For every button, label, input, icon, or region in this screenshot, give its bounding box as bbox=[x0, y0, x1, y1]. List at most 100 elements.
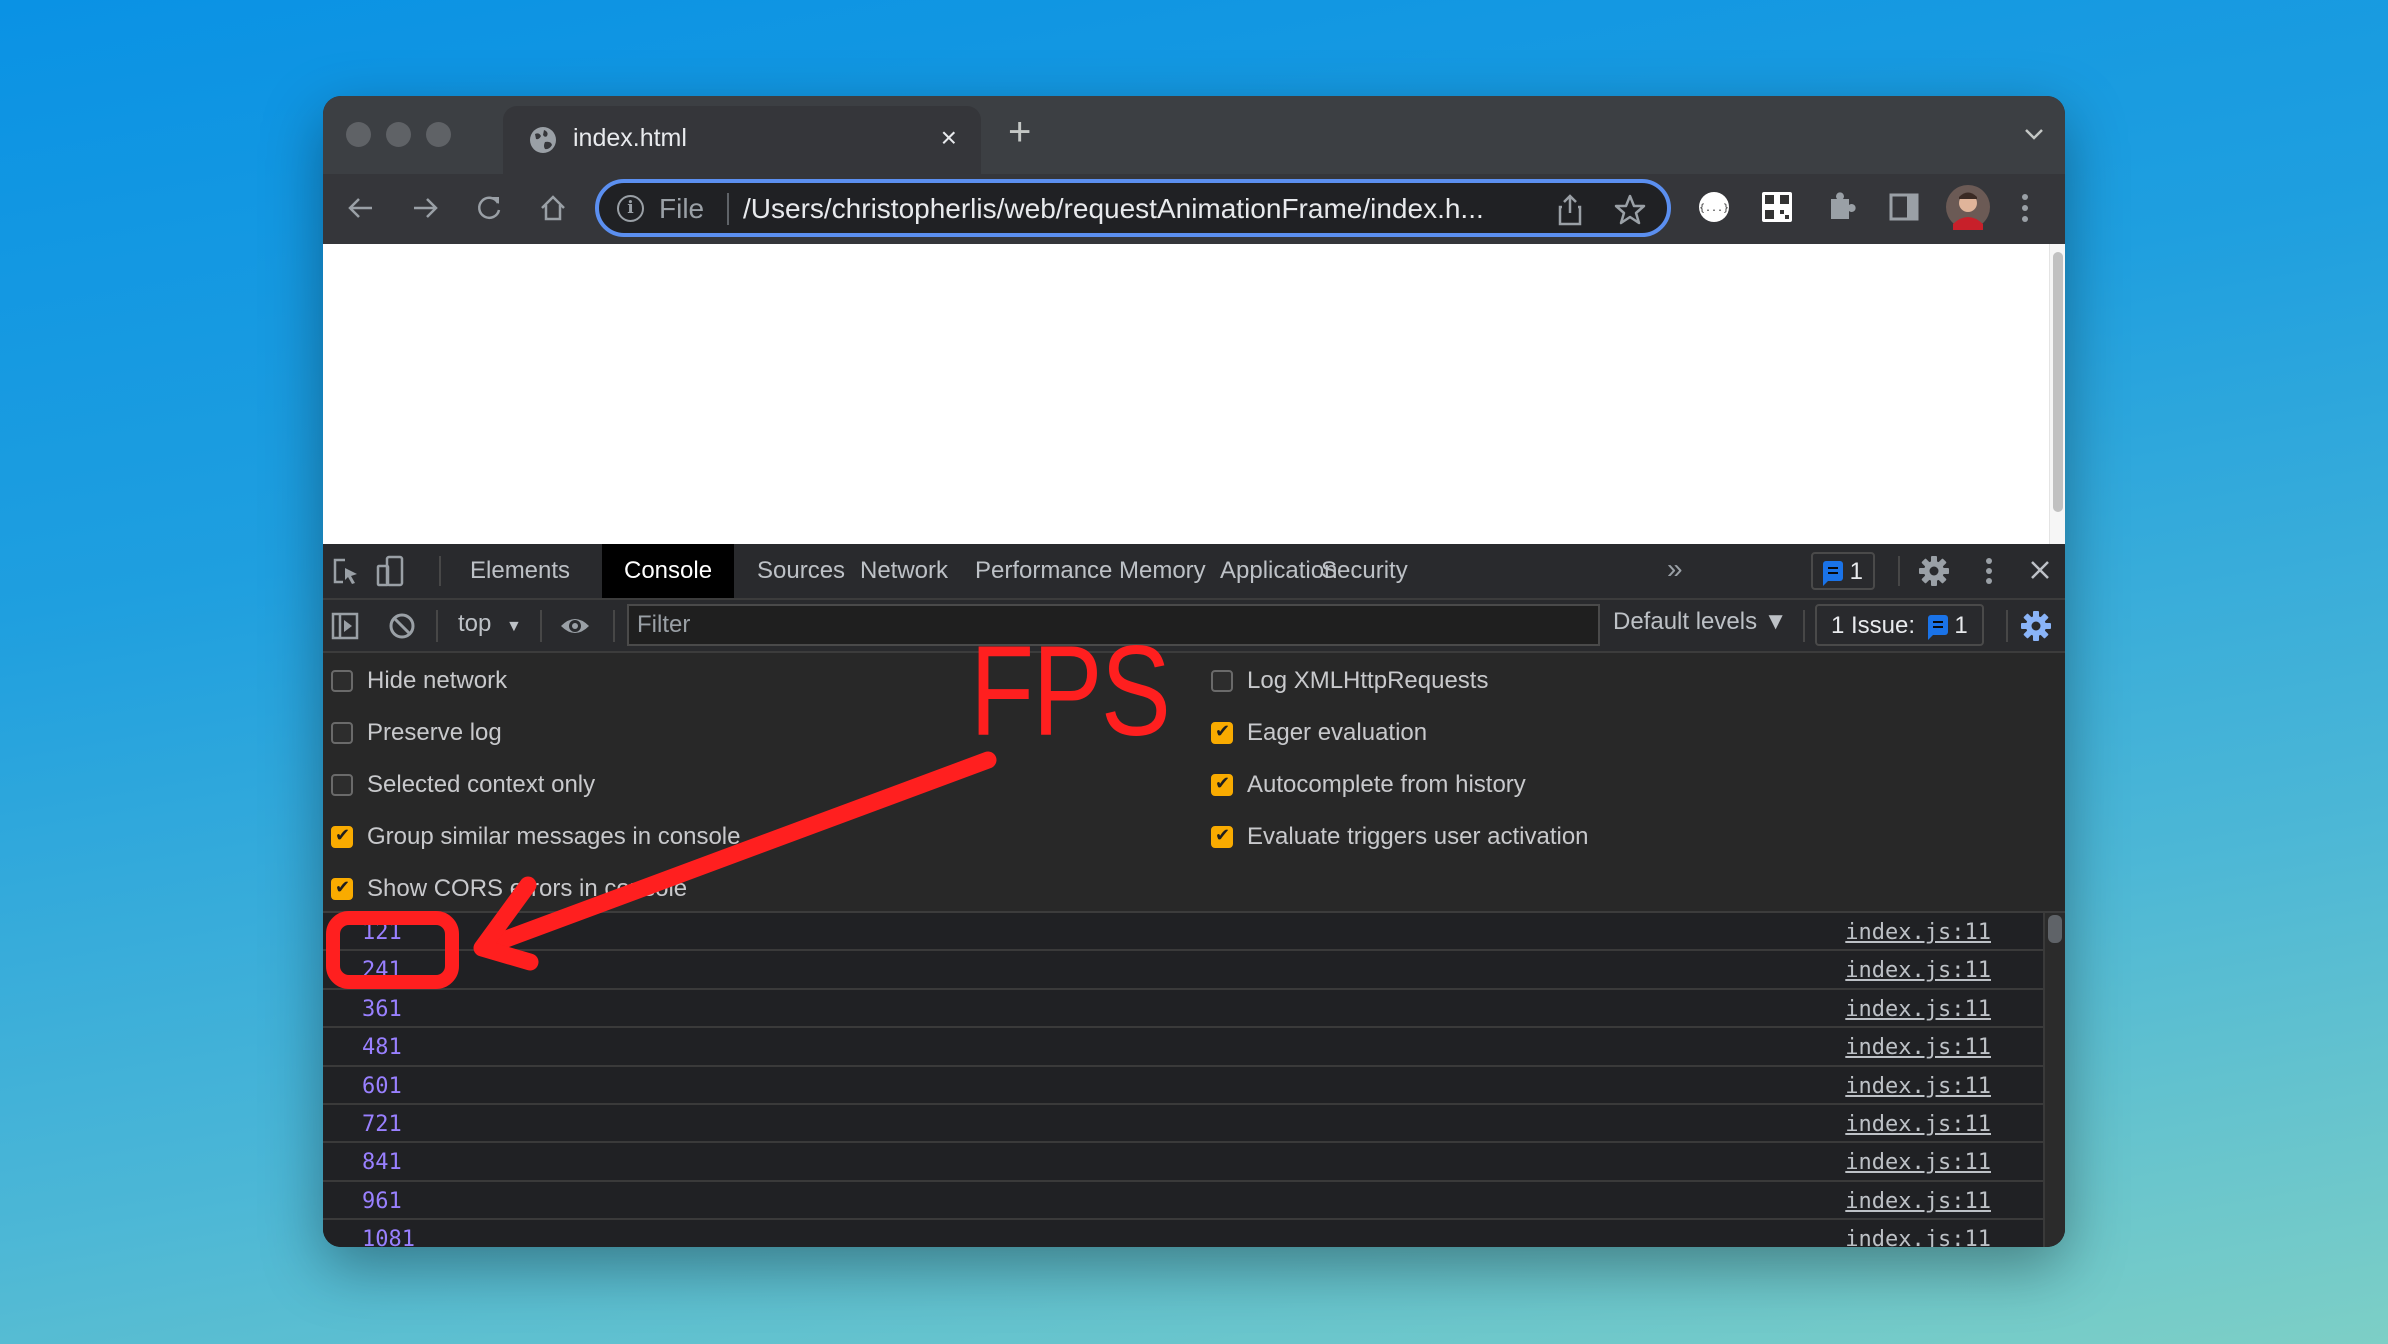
bookmark-star-icon[interactable] bbox=[1613, 193, 1647, 227]
log-source-link[interactable]: index.js:11 bbox=[1845, 1150, 1991, 1175]
checkbox[interactable] bbox=[1211, 721, 1233, 744]
more-menu-icon[interactable] bbox=[2017, 190, 2033, 226]
setting-label: Hide network bbox=[367, 667, 508, 694]
reload-icon bbox=[478, 196, 501, 220]
setting-preserve-log[interactable]: Preserve log bbox=[331, 719, 502, 747]
console-log: 121 index.js:11 241 index.js:11 361 index.js:… bbox=[323, 913, 2043, 1247]
tab-title: index.html bbox=[573, 124, 687, 152]
setting-show-cors-errors-in-console[interactable]: Show CORS errors in console bbox=[331, 875, 687, 903]
tab-console[interactable]: Console bbox=[602, 544, 735, 598]
setting-log-xmlhttprequests[interactable]: Log XMLHttpRequests bbox=[1211, 667, 1488, 695]
window-zoom-dot[interactable] bbox=[426, 122, 451, 147]
address-separator bbox=[727, 193, 729, 225]
setting-selected-context-only[interactable]: Selected context only bbox=[331, 771, 595, 799]
page-content bbox=[323, 244, 2065, 544]
setting-label: Selected context only bbox=[367, 771, 596, 798]
context-selector[interactable]: top ▼ bbox=[458, 610, 522, 638]
more-tabs-button[interactable]: » bbox=[1667, 553, 1683, 585]
page-scrollbar-thumb[interactable] bbox=[2053, 252, 2063, 512]
devtools-tab-bar: Elements Console Sources Network Performance… bbox=[323, 544, 2065, 600]
log-source-link[interactable]: index.js:11 bbox=[1845, 997, 1991, 1022]
log-source-link[interactable]: index.js:11 bbox=[1845, 1189, 1991, 1214]
browser-tab[interactable]: index.html × bbox=[503, 106, 981, 174]
setting-label: Eager evaluation bbox=[1247, 719, 1428, 746]
setting-label: Autocomplete from history bbox=[1247, 771, 1526, 798]
console-settings-gear-icon[interactable] bbox=[2020, 610, 2052, 642]
console-scrollbar-thumb[interactable] bbox=[2048, 915, 2062, 943]
checkbox[interactable] bbox=[331, 670, 353, 692]
window-minimize-dot[interactable] bbox=[386, 122, 411, 147]
url-text[interactable]: /Users/christopherlis/web/requestAnimati… bbox=[743, 193, 1484, 225]
log-entry: 601 index.js:11 bbox=[323, 1067, 2043, 1105]
checkbox[interactable] bbox=[1211, 670, 1233, 692]
address-bar[interactable]: i File /Users/christopherlis/web/request… bbox=[595, 179, 1671, 237]
tab-search-chevron-icon[interactable] bbox=[2023, 126, 2045, 142]
side-panel-icon[interactable] bbox=[1886, 189, 1922, 225]
checkbox[interactable] bbox=[1211, 773, 1233, 796]
log-source-link[interactable]: index.js:11 bbox=[1845, 1227, 1991, 1247]
log-value: 1081 bbox=[362, 1227, 415, 1247]
qr-code-icon[interactable] bbox=[1759, 189, 1795, 225]
messages-badge[interactable]: 1 bbox=[1811, 552, 1876, 590]
log-value: 361 bbox=[362, 996, 402, 1022]
issues-button[interactable]: 1 Issue: 1 bbox=[1815, 604, 1984, 646]
forward-button[interactable] bbox=[405, 188, 445, 228]
checkbox[interactable] bbox=[1211, 825, 1233, 848]
share-icon[interactable] bbox=[1557, 193, 1583, 227]
log-source-link[interactable]: index.js:11 bbox=[1845, 1035, 1991, 1060]
setting-evaluate-triggers-user-activation[interactable]: Evaluate triggers user activation bbox=[1211, 823, 1589, 851]
home-button[interactable] bbox=[533, 188, 573, 228]
checkbox[interactable] bbox=[331, 774, 353, 796]
back-button[interactable] bbox=[341, 188, 381, 228]
toolbar-separator bbox=[436, 610, 438, 642]
live-expression-eye-icon[interactable] bbox=[559, 612, 591, 640]
messages-count: 1 bbox=[1849, 558, 1864, 585]
reload-button[interactable] bbox=[469, 188, 509, 228]
new-tab-button[interactable]: + bbox=[1008, 110, 1031, 155]
setting-hide-network[interactable]: Hide network bbox=[331, 667, 507, 695]
checkbox[interactable] bbox=[331, 722, 353, 744]
setting-group-similar-messages-in-console[interactable]: Group similar messages in console bbox=[331, 823, 741, 851]
clear-console-icon[interactable] bbox=[388, 612, 416, 640]
inspect-element-icon[interactable] bbox=[331, 556, 361, 586]
setting-eager-evaluation[interactable]: Eager evaluation bbox=[1211, 719, 1427, 747]
scheme-label: File bbox=[659, 193, 705, 224]
tab-close-icon[interactable]: × bbox=[941, 122, 957, 154]
log-levels-dropdown[interactable]: Default levels ▼ bbox=[1613, 608, 1788, 636]
toolbar-separator bbox=[2006, 610, 2008, 642]
json-viewer-icon[interactable]: {...} bbox=[1696, 189, 1732, 225]
tab-security[interactable]: Security bbox=[1299, 544, 1430, 598]
device-toolbar-icon[interactable] bbox=[375, 554, 405, 588]
log-source-link[interactable]: index.js:11 bbox=[1845, 1074, 1991, 1099]
tab-network[interactable]: Network bbox=[838, 544, 970, 598]
log-source-link[interactable]: index.js:11 bbox=[1845, 958, 1991, 983]
page-scrollbar[interactable] bbox=[2049, 244, 2065, 544]
checkbox[interactable] bbox=[331, 825, 353, 848]
show-sidebar-icon[interactable] bbox=[331, 612, 359, 640]
log-entry: 961 index.js:11 bbox=[323, 1182, 2043, 1221]
console-scrollbar[interactable] bbox=[2043, 913, 2065, 1247]
profile-avatar[interactable] bbox=[1945, 184, 1991, 230]
puzzle-extensions-icon[interactable] bbox=[1823, 189, 1859, 225]
log-source-link[interactable]: index.js:11 bbox=[1845, 920, 1991, 945]
tab-separator bbox=[439, 556, 441, 586]
setting-autocomplete-from-history[interactable]: Autocomplete from history bbox=[1211, 771, 1526, 799]
log-entry: 241 index.js:11 bbox=[323, 951, 2043, 990]
tab-elements[interactable]: Elements bbox=[448, 544, 592, 598]
site-info-icon[interactable]: i bbox=[617, 195, 644, 222]
window-close-dot[interactable] bbox=[346, 122, 371, 147]
issues-count: 1 bbox=[1954, 612, 1968, 639]
checkbox[interactable] bbox=[331, 877, 353, 900]
arrow-right-icon bbox=[414, 198, 438, 218]
devtools-more-icon[interactable] bbox=[1983, 556, 1995, 586]
setting-label: Show CORS errors in console bbox=[367, 875, 688, 902]
log-source-link[interactable]: index.js:11 bbox=[1845, 1112, 1991, 1137]
settings-gear-icon[interactable] bbox=[1918, 555, 1950, 587]
dropdown-caret-icon: ▼ bbox=[506, 618, 522, 635]
log-value: 121 bbox=[362, 920, 402, 945]
log-value: 721 bbox=[362, 1111, 402, 1137]
svg-text:{...}: {...} bbox=[1699, 203, 1729, 214]
close-devtools-icon[interactable] bbox=[2029, 559, 2051, 581]
browser-window: index.html × + i File /Users/christopher… bbox=[323, 96, 2065, 1247]
issue-icon bbox=[1927, 615, 1948, 640]
